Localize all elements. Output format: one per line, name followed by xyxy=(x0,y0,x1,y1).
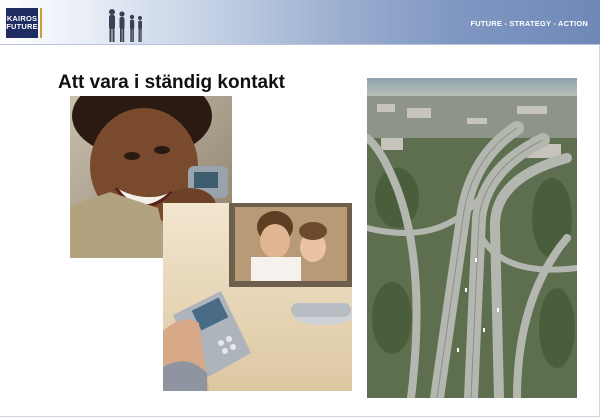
family-mobile-photo xyxy=(163,203,352,391)
header-tagline: FUTURE - STRATEGY - ACTION xyxy=(470,19,588,28)
logo-accent-bar xyxy=(40,8,42,38)
slide: KAIROS FUTURE FUTURE - STRATEGY - ACTION… xyxy=(0,0,600,417)
logo-line-2: FUTURE xyxy=(6,22,38,31)
slide-title: Att vara i ständig kontakt xyxy=(58,72,285,93)
highway-aerial-photo xyxy=(367,78,577,398)
header-banner: KAIROS FUTURE FUTURE - STRATEGY - ACTION xyxy=(0,0,600,44)
people-silhouette-graphic xyxy=(109,9,142,42)
kairos-future-logo: KAIROS FUTURE xyxy=(6,8,38,38)
header-divider xyxy=(0,44,600,45)
